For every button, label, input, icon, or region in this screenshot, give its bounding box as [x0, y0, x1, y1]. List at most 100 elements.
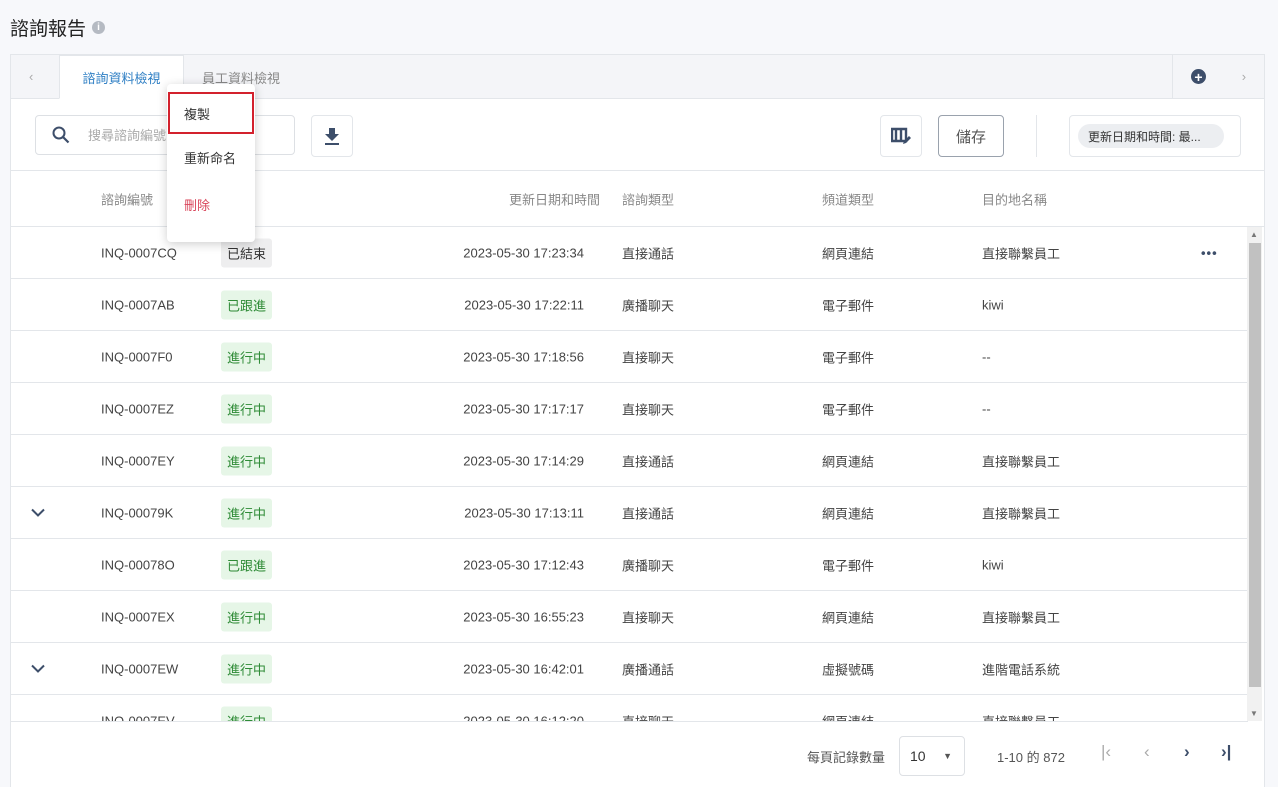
download-icon: [325, 128, 339, 145]
tab-scroll-left-icon[interactable]: ‹: [29, 69, 33, 84]
table-row[interactable]: INQ-0007EV 進行中 2023-05-30 16:12:20 直接聊天 網頁連結…: [11, 695, 1248, 721]
cell-type: 廣播聊天: [622, 558, 675, 573]
col-destination[interactable]: 目的地名稱: [982, 189, 1047, 208]
cell-updated: 2023-05-30 17:13:11: [464, 505, 584, 520]
status-badge: 已結束: [221, 238, 273, 267]
table-body: INQ-0007CQ 已結束 2023-05-30 17:23:34 直接通話 網頁連結…: [11, 227, 1248, 721]
status-badge: 進行中: [221, 342, 273, 371]
cell-channel: 電子郵件: [822, 298, 875, 313]
sort-chip[interactable]: 更新日期和時間: 最...: [1078, 124, 1224, 148]
edit-columns-icon: [891, 127, 911, 144]
cell-type: 直接通話: [622, 506, 675, 521]
cell-type: 直接聊天: [622, 610, 675, 625]
scrollbar-thumb[interactable]: [1249, 243, 1261, 687]
col-type[interactable]: 諮詢類型: [622, 189, 674, 208]
col-updated[interactable]: 更新日期和時間: [509, 189, 600, 208]
cell-type: 廣播通話: [622, 662, 675, 677]
status-badge: 進行中: [221, 394, 273, 423]
status-badge: 進行中: [221, 446, 273, 475]
table-row[interactable]: INQ-0007AB 已跟進 2023-05-30 17:22:11 廣播聊天 電子郵件…: [11, 279, 1248, 331]
first-page-icon[interactable]: |‹: [1101, 742, 1111, 762]
cell-channel: 電子郵件: [822, 402, 875, 417]
cell-channel: 網頁連結: [822, 246, 875, 261]
status-badge: 進行中: [221, 654, 273, 683]
status-badge: 進行中: [221, 498, 273, 527]
cell-updated: 2023-05-30 16:12:20: [463, 713, 584, 721]
pagination: 每頁記錄數量 10 ▼ 1-10 的 872 |‹ ‹ › ›|: [11, 721, 1248, 787]
table-row[interactable]: INQ-0007F0 進行中 2023-05-30 17:18:56 直接聊天 電子郵件…: [11, 331, 1248, 383]
per-page-select[interactable]: 10 ▼: [899, 736, 965, 776]
cell-id: INQ-0007EX: [101, 609, 175, 624]
cell-channel: 網頁連結: [822, 454, 875, 469]
edit-columns-button[interactable]: [880, 115, 922, 157]
dropdown-arrow-icon: ▼: [943, 751, 952, 761]
col-channel[interactable]: 頻道類型: [822, 189, 874, 208]
cell-destination: 進階電話系統: [982, 662, 1061, 677]
cell-id: INQ-0007CQ: [101, 245, 177, 260]
cell-id: INQ-0007AB: [101, 297, 175, 312]
scrollbar[interactable]: ▲ ▼: [1247, 227, 1262, 721]
expand-chevron-icon[interactable]: [31, 661, 45, 676]
cell-destination: kiwi: [982, 297, 1004, 312]
tab-inquiry-view[interactable]: 諮詢資料檢視: [59, 55, 184, 99]
table-row[interactable]: INQ-00078O 已跟進 2023-05-30 17:12:43 廣播聊天 電子郵件…: [11, 539, 1248, 591]
cell-updated: 2023-05-30 17:23:34: [463, 245, 584, 260]
page-title: 諮詢報告 i: [10, 14, 106, 41]
cell-type: 直接通話: [622, 454, 675, 469]
table-row[interactable]: INQ-00079K 進行中 2023-05-30 17:13:11 直接通話 網頁連結…: [11, 487, 1248, 539]
cell-id: INQ-0007EW: [101, 661, 179, 676]
cell-destination: 直接聯繫員工: [982, 506, 1061, 521]
cell-id: INQ-0007EZ: [101, 401, 174, 416]
divider: [1036, 115, 1037, 157]
cell-updated: 2023-05-30 17:12:43: [463, 557, 584, 572]
status-badge: 已跟進: [221, 550, 273, 579]
status-badge: 進行中: [221, 706, 273, 721]
search-icon: [52, 126, 70, 144]
cell-channel: 網頁連結: [822, 506, 875, 521]
cell-id: INQ-0007EY: [101, 453, 175, 468]
tab-scroll-right-icon[interactable]: ›: [1242, 69, 1246, 84]
cell-id: INQ-00079K: [101, 505, 174, 520]
cell-destination: 直接聯繫員工: [982, 246, 1061, 261]
save-button[interactable]: 儲存: [938, 115, 1004, 157]
cell-destination: 直接聯繫員工: [982, 610, 1061, 625]
cell-channel: 虛擬號碼: [822, 662, 875, 677]
prev-page-icon[interactable]: ‹: [1144, 742, 1150, 762]
sort-filter[interactable]: 更新日期和時間: 最...: [1069, 115, 1241, 157]
expand-chevron-icon[interactable]: [31, 505, 45, 520]
next-page-icon[interactable]: ›: [1184, 742, 1190, 762]
search-box[interactable]: [35, 115, 295, 155]
table-row[interactable]: INQ-0007EY 進行中 2023-05-30 17:14:29 直接通話 網頁連結…: [11, 435, 1248, 487]
menu-item-copy[interactable]: 複製: [168, 92, 254, 134]
cell-updated: 2023-05-30 17:18:56: [463, 349, 584, 364]
cell-destination: --: [982, 401, 991, 416]
cell-destination: --: [982, 349, 991, 364]
cell-id: INQ-00078O: [101, 557, 175, 572]
col-id[interactable]: 諮詢編號: [101, 189, 153, 208]
cell-id: INQ-0007EV: [101, 713, 175, 721]
cell-type: 廣播聊天: [622, 298, 675, 313]
more-actions-icon[interactable]: •••: [1201, 245, 1218, 260]
info-icon[interactable]: i: [92, 21, 106, 34]
context-menu: 複製 重新命名 刪除: [167, 84, 255, 242]
cell-type: 直接聊天: [622, 350, 675, 365]
cell-channel: 電子郵件: [822, 350, 875, 365]
status-badge: 已跟進: [221, 290, 273, 319]
cell-type: 直接通話: [622, 246, 675, 261]
cell-type: 直接聊天: [622, 402, 675, 417]
page-range: 1-10 的 872: [997, 750, 1065, 765]
table-row[interactable]: INQ-0007EX 進行中 2023-05-30 16:55:23 直接聊天 網頁連結…: [11, 591, 1248, 643]
download-button[interactable]: [311, 115, 353, 157]
last-page-icon[interactable]: ›|: [1221, 742, 1231, 762]
add-view-icon[interactable]: +: [1190, 69, 1206, 84]
cell-channel: 網頁連結: [822, 711, 874, 721]
table-row[interactable]: INQ-0007EZ 進行中 2023-05-30 17:17:17 直接聊天 電子郵件…: [11, 383, 1248, 435]
cell-updated: 2023-05-30 17:22:11: [464, 297, 584, 312]
cell-channel: 網頁連結: [822, 610, 875, 625]
cell-destination: 直接聯繫員工: [982, 711, 1060, 721]
menu-item-delete[interactable]: 刪除: [167, 181, 255, 228]
menu-item-rename[interactable]: 重新命名: [167, 134, 255, 181]
cell-updated: 2023-05-30 17:17:17: [463, 401, 584, 416]
table-row[interactable]: INQ-0007EW 進行中 2023-05-30 16:42:01 廣播通話 虛擬號碼…: [11, 643, 1248, 695]
cell-updated: 2023-05-30 16:55:23: [463, 609, 584, 624]
